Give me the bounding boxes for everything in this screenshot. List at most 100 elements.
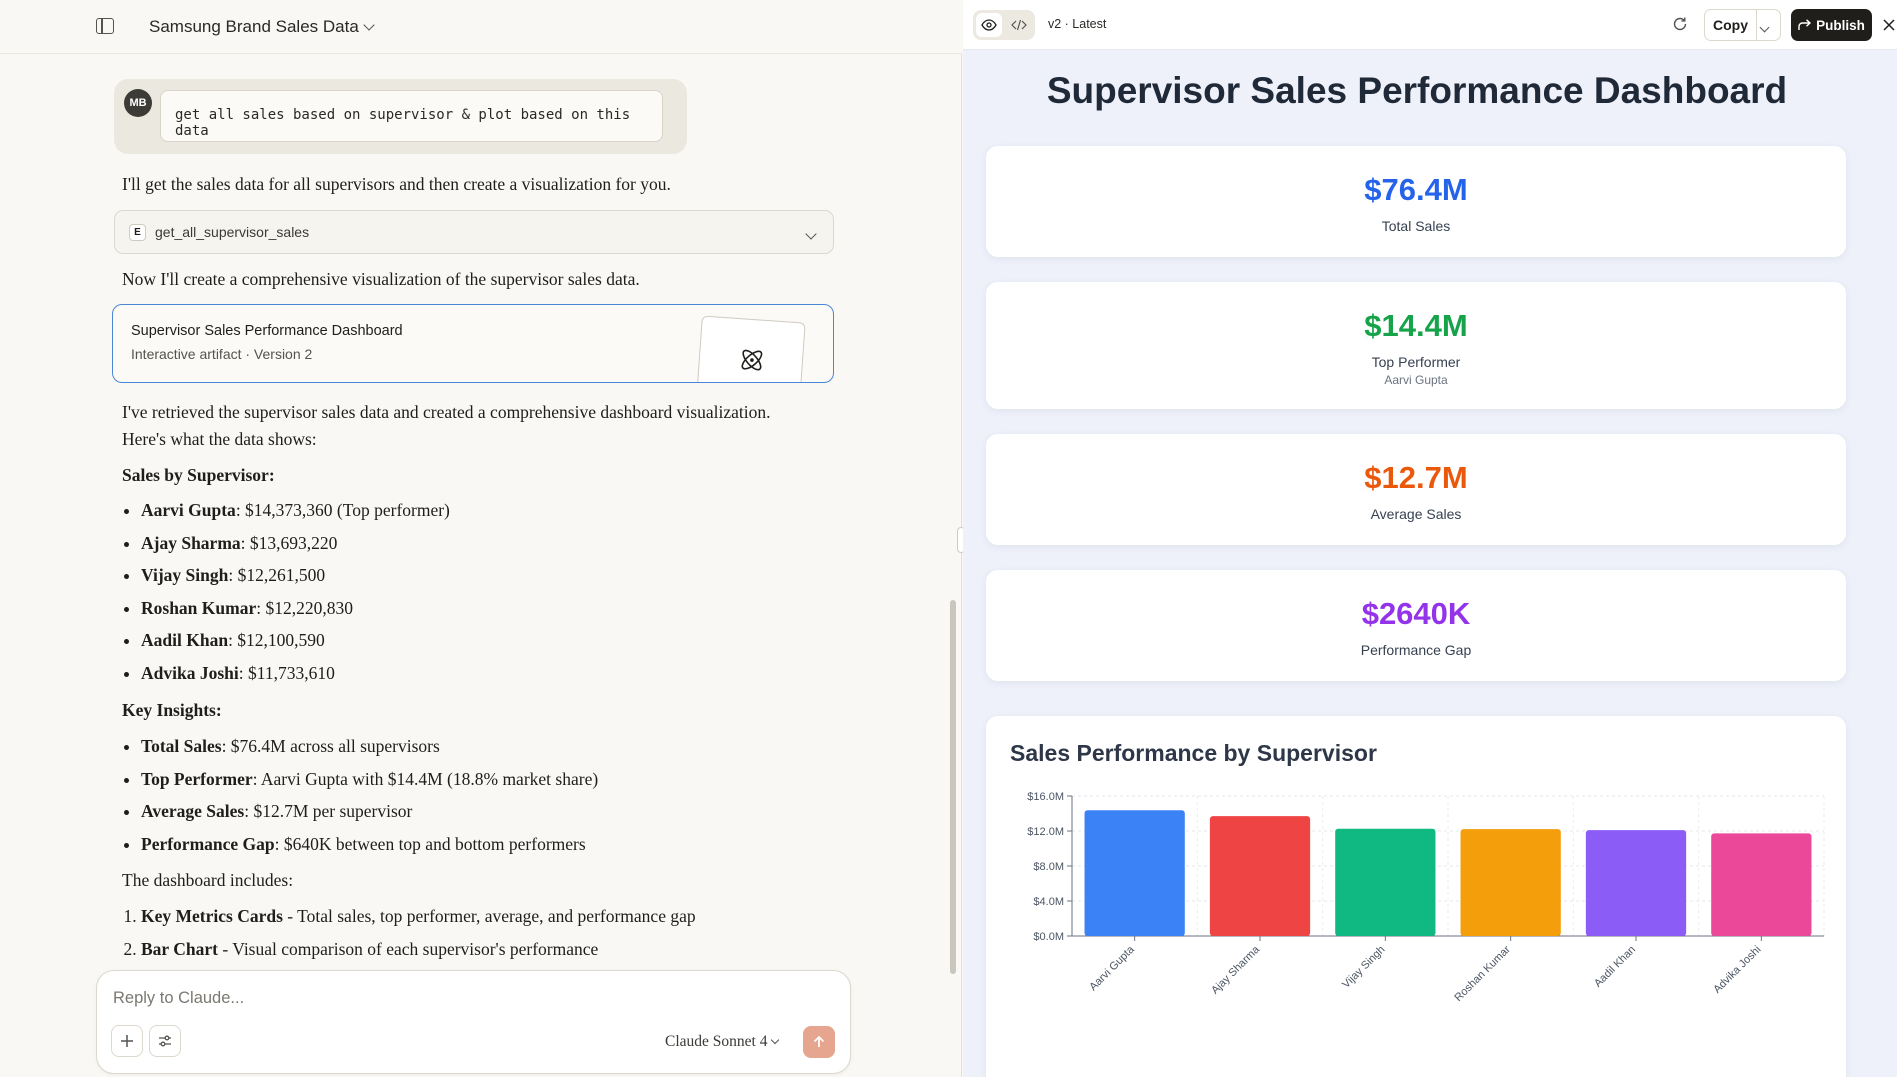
refresh-icon[interactable] xyxy=(1671,15,1689,33)
sidebar-toggle-icon[interactable] xyxy=(96,18,114,34)
add-attachment-button[interactable] xyxy=(111,1025,143,1057)
artifact-toolbar: v2 · Latest Copy Publish xyxy=(963,0,1897,50)
chat-scrollbar[interactable] xyxy=(950,600,956,974)
x-tick-label: Aadil Khan xyxy=(1592,944,1638,990)
reply-input[interactable]: Reply to Claude... xyxy=(113,989,244,1008)
metric-label: Average Sales xyxy=(1370,506,1462,522)
list-item: Ajay Sharma: $13,693,220 xyxy=(141,530,450,563)
metric-card-top-performer: $14.4M Top Performer Aarvi Gupta xyxy=(986,282,1846,409)
share-arrow-icon xyxy=(1798,19,1812,30)
assistant-after-tool: Now I'll create a comprehensive visualiz… xyxy=(122,269,640,289)
x-tick-label: Ajay Sharma xyxy=(1209,943,1263,997)
chevron-down-icon xyxy=(805,225,817,243)
bar xyxy=(1585,830,1687,936)
bar xyxy=(1711,833,1812,936)
artifact-card-meta: Interactive artifact · Version 2 xyxy=(131,346,313,362)
metric-label: Top Performer xyxy=(1371,354,1461,370)
list-item: Average Sales: $12.7M per supervisor xyxy=(141,798,598,831)
includes-list: Key Metrics Cards - Total sales, top per… xyxy=(141,903,696,968)
tool-icon: E xyxy=(129,224,146,241)
list-item: Aadil Khan: $12,100,590 xyxy=(141,627,450,660)
bar xyxy=(1460,829,1561,936)
assistant-intro: I'll get the sales data for all supervis… xyxy=(122,174,671,194)
version-label[interactable]: v2 · Latest xyxy=(1048,17,1106,31)
metric-label: Total Sales xyxy=(1381,218,1451,234)
metric-value: $2640K xyxy=(1361,596,1471,631)
includes-heading: The dashboard includes: xyxy=(122,870,294,890)
chat-pane: Samsung Brand Sales Data MB get all sale… xyxy=(0,0,962,1077)
artifact-card[interactable]: Supervisor Sales Performance Dashboard I… xyxy=(112,304,834,383)
x-tick-label: Roshan Kumar xyxy=(1452,943,1513,1004)
metric-card-total-sales: $76.4M Total Sales xyxy=(986,146,1846,257)
arrow-up-icon xyxy=(813,1035,825,1047)
y-tick-label: $12.0M xyxy=(1027,826,1064,838)
bar-chart: $0.0M $4.0M $8.0M $12.0M $16.0M Aarvi Gupta Aj… xyxy=(1027,791,1825,1004)
y-tick-label: $4.0M xyxy=(1033,896,1064,908)
artifact-card-title: Supervisor Sales Performance Dashboard xyxy=(131,323,403,339)
summary-line-1: I've retrieved the supervisor sales data… xyxy=(122,402,771,422)
sales-chart-card: Sales Performance by Supervisor $0.0M $4.… xyxy=(986,716,1846,1077)
artifact-thumbnail xyxy=(696,315,806,382)
user-message-text: get all sales based on supervisor & plot… xyxy=(160,90,663,142)
x-tick-label: Vijay Singh xyxy=(1340,944,1387,991)
sliders-icon xyxy=(159,1035,171,1047)
publish-button[interactable]: Publish xyxy=(1791,9,1872,41)
dashboard-title: Supervisor Sales Performance Dashboard xyxy=(1046,70,1788,111)
plus-icon xyxy=(121,1035,133,1047)
code-tab[interactable] xyxy=(1006,15,1032,35)
copy-button-group: Copy xyxy=(1704,9,1781,41)
code-icon xyxy=(1011,19,1027,31)
chat-title-dropdown[interactable]: Samsung Brand Sales Data xyxy=(149,17,375,37)
close-icon[interactable] xyxy=(1881,17,1897,33)
chevron-down-icon xyxy=(1759,22,1770,33)
artifact-pane: v2 · Latest Copy Publish Supervisor Sale… xyxy=(963,0,1897,1077)
insights-list: Total Sales: $76.4M across all superviso… xyxy=(141,733,598,863)
reply-composer[interactable]: Reply to Claude... Claude Sonnet 4 xyxy=(96,970,851,1074)
list-item: Bar Chart - Visual comparison of each su… xyxy=(141,936,696,969)
bar xyxy=(1084,810,1185,936)
preview-tab[interactable] xyxy=(976,13,1002,37)
chart-title: Sales Performance by Supervisor xyxy=(1010,740,1377,766)
chevron-down-icon xyxy=(363,18,375,31)
send-button[interactable] xyxy=(803,1026,835,1058)
tool-call-block[interactable]: E get_all_supervisor_sales xyxy=(114,210,834,254)
tool-call-name: get_all_supervisor_sales xyxy=(155,224,310,240)
list-item: Top Performer: Aarvi Gupta with $14.4M (… xyxy=(141,766,598,799)
tools-settings-button[interactable] xyxy=(149,1025,181,1057)
x-tick-label: Aarvi Gupta xyxy=(1087,943,1137,993)
metric-value: $12.7M xyxy=(1364,460,1468,495)
metric-value: $14.4M xyxy=(1364,308,1468,343)
view-mode-toggle xyxy=(973,10,1035,40)
list-item: Roshan Kumar: $12,220,830 xyxy=(141,595,450,628)
copy-button[interactable]: Copy xyxy=(1705,10,1757,40)
metric-value: $76.4M xyxy=(1364,172,1468,207)
sales-list: Aarvi Gupta: $14,373,360 (Top performer)… xyxy=(141,497,450,692)
avatar: MB xyxy=(124,89,152,117)
insights-heading: Key Insights: xyxy=(122,700,222,720)
copy-options-button[interactable] xyxy=(1759,18,1770,36)
bar xyxy=(1335,828,1436,936)
bar xyxy=(1209,816,1311,936)
list-item: Performance Gap: $640K between top and b… xyxy=(141,831,598,864)
react-atom-icon xyxy=(741,349,763,371)
y-tick-label: $8.0M xyxy=(1033,861,1064,873)
publish-label: Publish xyxy=(1816,17,1865,33)
chevron-down-icon xyxy=(771,1035,780,1044)
chat-title: Samsung Brand Sales Data xyxy=(149,17,359,36)
list-item: Vijay Singh: $12,261,500 xyxy=(141,562,450,595)
chat-topbar: Samsung Brand Sales Data xyxy=(0,0,962,54)
metric-card-average-sales: $12.7M Average Sales xyxy=(986,434,1846,545)
metric-label: Performance Gap xyxy=(1360,642,1472,658)
eye-icon xyxy=(981,19,997,31)
x-tick-label: Advika Joshi xyxy=(1711,944,1763,996)
model-name: Claude Sonnet 4 xyxy=(665,1033,768,1050)
list-item: Advika Joshi: $11,733,610 xyxy=(141,660,450,693)
metric-sub-label: Aarvi Gupta xyxy=(1384,373,1448,387)
metric-card-performance-gap: $2640K Performance Gap xyxy=(986,570,1846,681)
list-item: Aarvi Gupta: $14,373,360 (Top performer) xyxy=(141,497,450,530)
user-message: MB get all sales based on supervisor & p… xyxy=(114,79,687,154)
model-selector[interactable]: Claude Sonnet 4 xyxy=(665,1033,780,1051)
y-tick-label: $0.0M xyxy=(1033,931,1064,943)
list-item: Total Sales: $76.4M across all superviso… xyxy=(141,733,598,766)
y-tick-label: $16.0M xyxy=(1027,791,1064,803)
